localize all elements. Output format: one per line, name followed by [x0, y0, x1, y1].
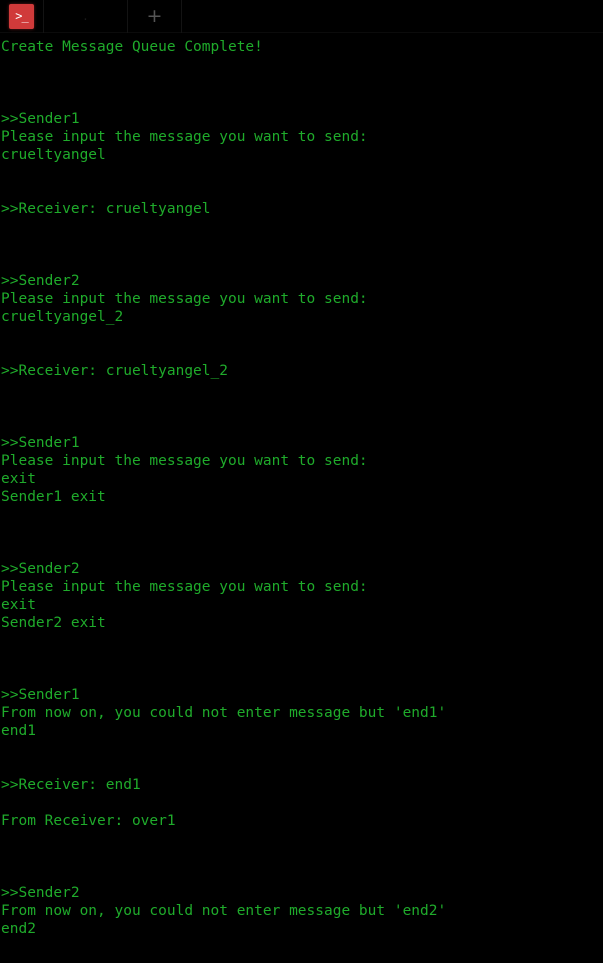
- terminal-line: Please input the message you want to sen…: [1, 453, 368, 469]
- terminal-line: end1: [1, 723, 36, 739]
- tab-bar-empty-space: [182, 0, 603, 33]
- terminal-line: crueltyangel: [1, 147, 106, 163]
- plus-icon: +: [146, 4, 163, 27]
- terminal-line-list: Create Message Queue Complete! >>Sender1…: [0, 38, 603, 963]
- tab-0[interactable]: .: [44, 0, 128, 33]
- tab-0-label: .: [83, 8, 88, 24]
- terminal-line: Please input the message you want to sen…: [1, 129, 368, 145]
- terminal-line: >>Sender1: [1, 111, 80, 127]
- terminal-icon[interactable]: >_: [9, 3, 34, 29]
- terminal-line: end2: [1, 921, 36, 937]
- terminal-line: Please input the message you want to sen…: [1, 579, 368, 595]
- terminal-line: Sender2 exit: [1, 615, 106, 631]
- terminal-line: >>Sender1: [1, 687, 80, 703]
- terminal-line: >>Sender2: [1, 561, 80, 577]
- terminal-line: Sender1 exit: [1, 489, 106, 505]
- app-icon-cell[interactable]: >_: [0, 0, 44, 33]
- terminal-line: crueltyangel_2: [1, 309, 124, 325]
- terminal-line: Create Message Queue Complete!: [1, 39, 263, 55]
- terminal-line: >>Sender2: [1, 273, 80, 289]
- terminal-window: >_ . + Create Message Queue Complete! >>…: [0, 0, 603, 963]
- terminal-icon-glyph: >_: [15, 8, 28, 23]
- terminal-line: exit: [1, 471, 36, 487]
- tab-bar: >_ . +: [0, 0, 603, 33]
- terminal-line: >>Sender1: [1, 435, 80, 451]
- terminal-output[interactable]: Create Message Queue Complete! >>Sender1…: [0, 33, 603, 963]
- terminal-line: Please input the message you want to sen…: [1, 291, 368, 307]
- terminal-line: >>Receiver: crueltyangel_2: [1, 363, 228, 379]
- terminal-line: From now on, you could not enter message…: [1, 705, 447, 721]
- terminal-line: >>Receiver: end1: [1, 777, 141, 793]
- terminal-line: From now on, you could not enter message…: [1, 903, 447, 919]
- terminal-line: >>Receiver: crueltyangel: [1, 201, 211, 217]
- terminal-line: exit: [1, 597, 36, 613]
- terminal-line: From Receiver: over1: [1, 813, 176, 829]
- terminal-line: >>Sender2: [1, 885, 80, 901]
- new-tab-button[interactable]: +: [128, 0, 182, 33]
